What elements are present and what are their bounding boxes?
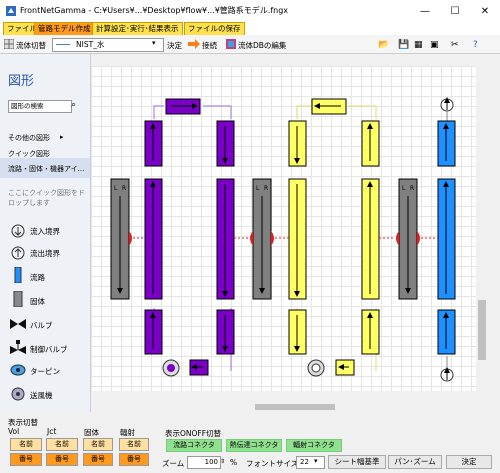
yellow-pump-icon[interactable] (307, 359, 325, 377)
grid-icon (4, 39, 14, 49)
radiation-name-toggle[interactable]: 名前 (119, 438, 149, 451)
inflow-boundary-icon (11, 224, 25, 238)
open-folder-icon[interactable]: 📂 (378, 40, 389, 50)
turbine-icon (10, 364, 26, 376)
drop-hint-line-2: ロップします (8, 199, 50, 207)
shape-search-input[interactable]: 図形の検索 (8, 100, 72, 113)
solid-number-toggle[interactable]: 番号 (83, 453, 113, 466)
zoom-label: ズーム (162, 459, 185, 468)
chevron-down-icon[interactable]: ▾ (152, 39, 156, 47)
fluid-db-edit-button[interactable]: 流体DBの編集 (238, 40, 286, 51)
chevron-right-icon[interactable]: ▸ (60, 133, 64, 141)
arrow-right-icon (188, 39, 200, 49)
tab-model-build[interactable]: 管路モデル作成 (34, 22, 95, 36)
palette-item-inflow[interactable]: 流入境界 (30, 226, 60, 237)
other-shapes-link[interactable]: その他の図形 (8, 133, 50, 143)
zoom-percent-label: % (230, 458, 238, 467)
flow-connector-toggle[interactable]: 流路コネクタ (166, 439, 222, 452)
font-size-label: フォントサイズ (246, 459, 299, 468)
flow-path-icon (14, 267, 22, 283)
purple-pump-icon[interactable] (162, 359, 180, 377)
palette-item-valve[interactable]: バルブ (30, 320, 53, 331)
category-selected-label[interactable]: 流路・固体・機器アイ... (8, 164, 84, 174)
palette-item-control-valve[interactable]: 制御バルブ (30, 344, 68, 355)
close-button[interactable]: ✕ (470, 0, 500, 22)
zoom-input[interactable]: 100 (187, 456, 221, 469)
fluid-switch-label: 流体切替 (16, 41, 46, 50)
decide-button[interactable]: 決定 (446, 455, 492, 469)
fluid-select[interactable] (52, 38, 164, 52)
palette-item-solid[interactable]: 固体 (30, 296, 45, 307)
blue-line[interactable] (437, 97, 456, 382)
heat-connector-toggle[interactable]: 熱伝達コネクタ (226, 439, 282, 452)
save-icon[interactable]: 💾 (398, 40, 409, 50)
search-icon[interactable]: ⌕ (71, 100, 76, 110)
flow-network-diagram: L R L R L R (110, 97, 456, 382)
col-radiation-label: 輻射 (120, 428, 135, 437)
jct-number-toggle[interactable]: 番号 (46, 453, 78, 466)
solid-middle-r-label: R (264, 185, 268, 192)
shapes-panel-title: 図形 (8, 74, 35, 89)
confirm-button[interactable]: 決定 (167, 40, 182, 51)
font-size-select[interactable]: 22 (296, 456, 325, 469)
purple-loop[interactable] (144, 98, 235, 377)
maximize-button[interactable]: ☐ (440, 0, 470, 22)
font-size-chevron-icon[interactable]: ▾ (314, 456, 318, 467)
help-icon[interactable]: ? (473, 40, 478, 50)
vol-number-toggle[interactable]: 番号 (10, 453, 42, 466)
col-solid-label: 固体 (84, 428, 99, 437)
connect-button[interactable]: 接続 (202, 40, 217, 51)
tools-icon[interactable]: ✂ (451, 40, 459, 50)
drop-hint-line-1: ここにクイック図形をド (8, 189, 85, 197)
jct-name-toggle[interactable]: 名前 (46, 438, 78, 451)
palette-item-outflow[interactable]: 流出境界 (30, 248, 60, 259)
minimize-button[interactable]: — (410, 0, 440, 22)
col-vol-label: Vol (8, 427, 20, 436)
yellow-loop[interactable] (288, 98, 380, 377)
solid-icon (13, 291, 23, 307)
solid-left[interactable]: L R (110, 178, 145, 300)
print-icon[interactable]: ▦ (414, 40, 423, 50)
radiation-connector-toggle[interactable]: 輻射コネクタ (286, 439, 342, 452)
outflow-boundary-icon (11, 246, 25, 260)
col-jct-label: Jct (47, 427, 57, 436)
solid-middle[interactable]: L R (234, 178, 289, 300)
blower-icon (11, 387, 25, 401)
palette-item-flow-path[interactable]: 流路 (30, 272, 45, 283)
vol-name-toggle[interactable]: 名前 (10, 438, 42, 451)
solid-right[interactable]: L R (379, 178, 438, 300)
app-icon (6, 6, 16, 16)
horizontal-scroll-thumb[interactable] (255, 404, 335, 410)
radiation-number-toggle[interactable]: 番号 (119, 453, 149, 466)
onoff-title: 表示ONOFF切替 (165, 429, 222, 438)
vertical-scroll-thumb[interactable] (478, 300, 486, 360)
solid-right-r-label: R (410, 185, 414, 192)
fluid-line-swatch (56, 44, 70, 45)
palette-item-turbine[interactable]: ターピン (30, 366, 60, 377)
layout-icon[interactable]: ▣ (430, 40, 439, 50)
window-title: FrontNetGamma - C:¥Users¥...¥Desktop¥flo… (20, 6, 289, 15)
palette-item-blower[interactable]: 送風機 (30, 390, 53, 401)
valve-icon (10, 319, 26, 329)
solid-name-toggle[interactable]: 名前 (83, 438, 113, 451)
tab-calc-settings[interactable]: 計算設定･実行･結果表示 (92, 22, 183, 36)
fluid-select-value: NIST_水 (76, 40, 105, 49)
database-icon (226, 39, 236, 49)
control-valve-icon (10, 340, 26, 354)
sheet-width-button[interactable]: シート幅基準 (328, 455, 386, 469)
zoom-spinner-icon[interactable]: ⇕ (220, 456, 227, 467)
tab-save[interactable]: ファイルの保存 (184, 22, 245, 36)
top-ruler (91, 58, 476, 66)
solid-left-r-label: R (122, 185, 126, 192)
pan-zoom-button[interactable]: パン･ズーム (388, 455, 442, 469)
